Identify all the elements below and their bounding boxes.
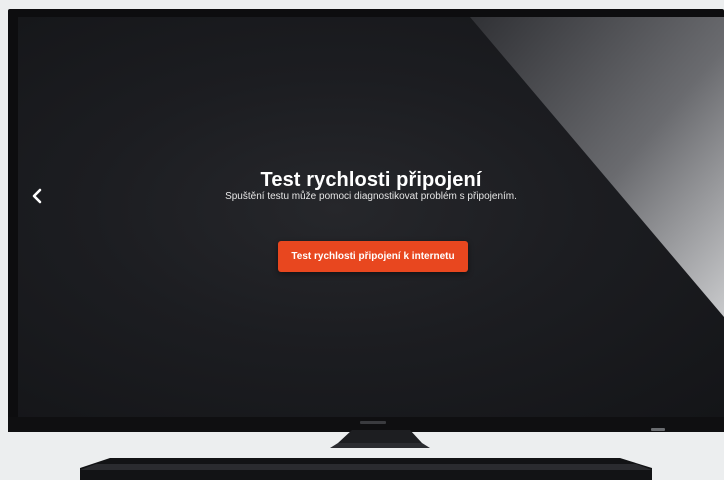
screen-glare (470, 17, 724, 317)
tv-screen (18, 17, 724, 417)
tv-brand-logo (360, 421, 386, 424)
page-subtitle: Spuštění testu může pomoci diagnostikova… (225, 191, 517, 202)
tv-stand (80, 430, 652, 480)
page-title: Test rychlosti připojení (260, 169, 482, 191)
back-button[interactable] (27, 186, 47, 208)
chevron-left-icon (27, 188, 47, 204)
start-speed-test-button[interactable]: Test rychlosti připojení k internetu (278, 241, 468, 272)
